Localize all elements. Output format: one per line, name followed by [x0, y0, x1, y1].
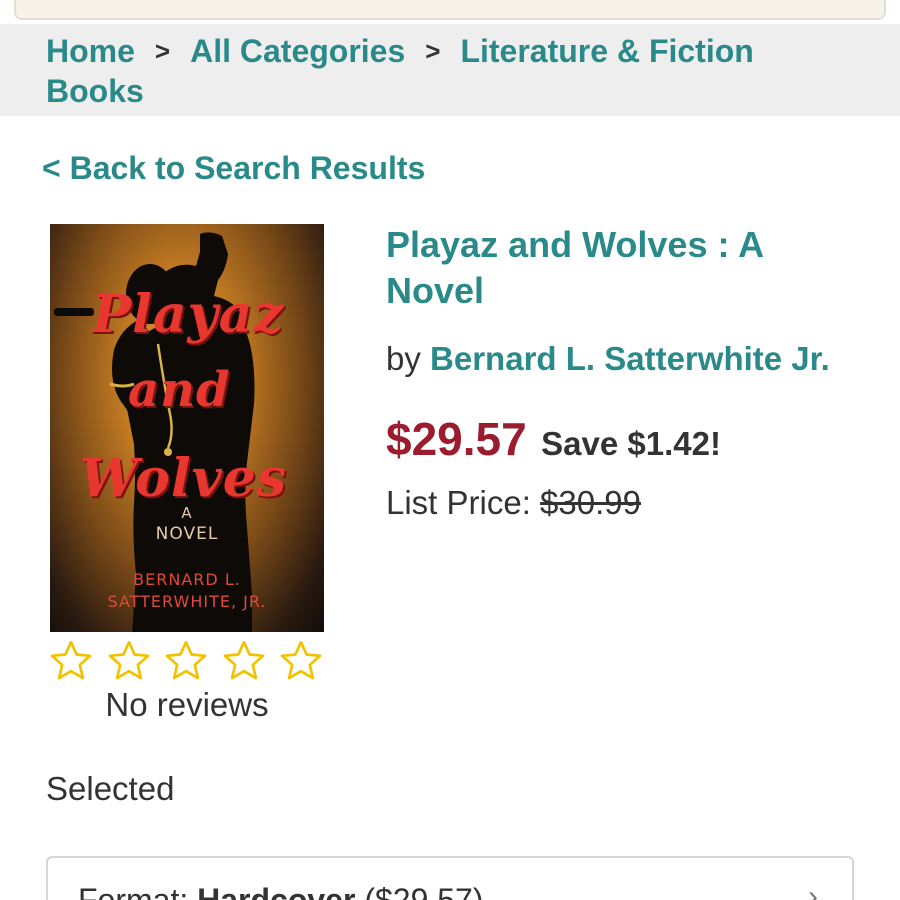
cover-title-line-1: Playaz: [92, 284, 284, 345]
chevron-right-icon[interactable]: ›: [808, 880, 818, 900]
top-bar-edge: [14, 0, 886, 20]
rating-stars[interactable]: [48, 638, 324, 684]
breadcrumb-separator: >: [425, 36, 441, 66]
by-label: by: [386, 340, 421, 377]
selected-heading: Selected: [46, 770, 175, 807]
product-byline: by Bernard L. Satterwhite Jr.: [386, 340, 830, 378]
product-title: Playaz and Wolves : A Novel: [386, 224, 763, 311]
breadcrumb-home[interactable]: Home: [46, 33, 135, 69]
star-outline-icon[interactable]: [106, 638, 152, 684]
list-price-value: $30.99: [540, 484, 641, 521]
format-price: ($29.57): [364, 882, 484, 900]
breadcrumb: Home > All Categories > Literature & Fiction…: [0, 24, 900, 116]
author-link[interactable]: Bernard L. Satterwhite Jr.: [430, 340, 830, 377]
format-selector[interactable]: Format: Hardcover ($29.57) ›: [46, 856, 854, 900]
cover-subtitle-a: A: [181, 504, 193, 522]
cover-author-line-2: SATTERWHITE, JR.: [107, 592, 267, 611]
price-line: $29.57 Save $1.42!: [386, 412, 721, 466]
top-bar: [0, 0, 900, 24]
star-outline-icon[interactable]: [221, 638, 267, 684]
savings-text: Save $1.42!: [541, 425, 721, 462]
breadcrumb-separator: >: [154, 36, 171, 66]
star-outline-icon[interactable]: [278, 638, 324, 684]
star-outline-icon[interactable]: [163, 638, 209, 684]
breadcrumb-literature-fiction[interactable]: Literature & Fiction: [460, 33, 753, 69]
star-outline-icon[interactable]: [48, 638, 94, 684]
cover-title-line-3: Wolves: [80, 448, 288, 509]
cover-subtitle-novel: NOVEL: [155, 524, 219, 544]
format-label: Format:: [78, 882, 189, 900]
reviews-count: No reviews: [105, 686, 269, 723]
cover-author-line-1: BERNARD L.: [133, 570, 241, 589]
format-value: Hardcover: [197, 882, 356, 900]
breadcrumb-books[interactable]: Books: [46, 73, 144, 109]
cover-title-line-2: and: [128, 362, 231, 418]
breadcrumb-all-categories[interactable]: All Categories: [190, 33, 405, 69]
book-cover-image[interactable]: Playaz and Wolves A NOVEL BERNARD L. SAT…: [50, 224, 324, 632]
list-price-line: List Price: $30.99: [386, 484, 641, 522]
sale-price: $29.57: [386, 413, 527, 465]
back-to-search-results-link[interactable]: < Back to Search Results: [42, 150, 425, 187]
list-price-label: List Price:: [386, 484, 531, 521]
